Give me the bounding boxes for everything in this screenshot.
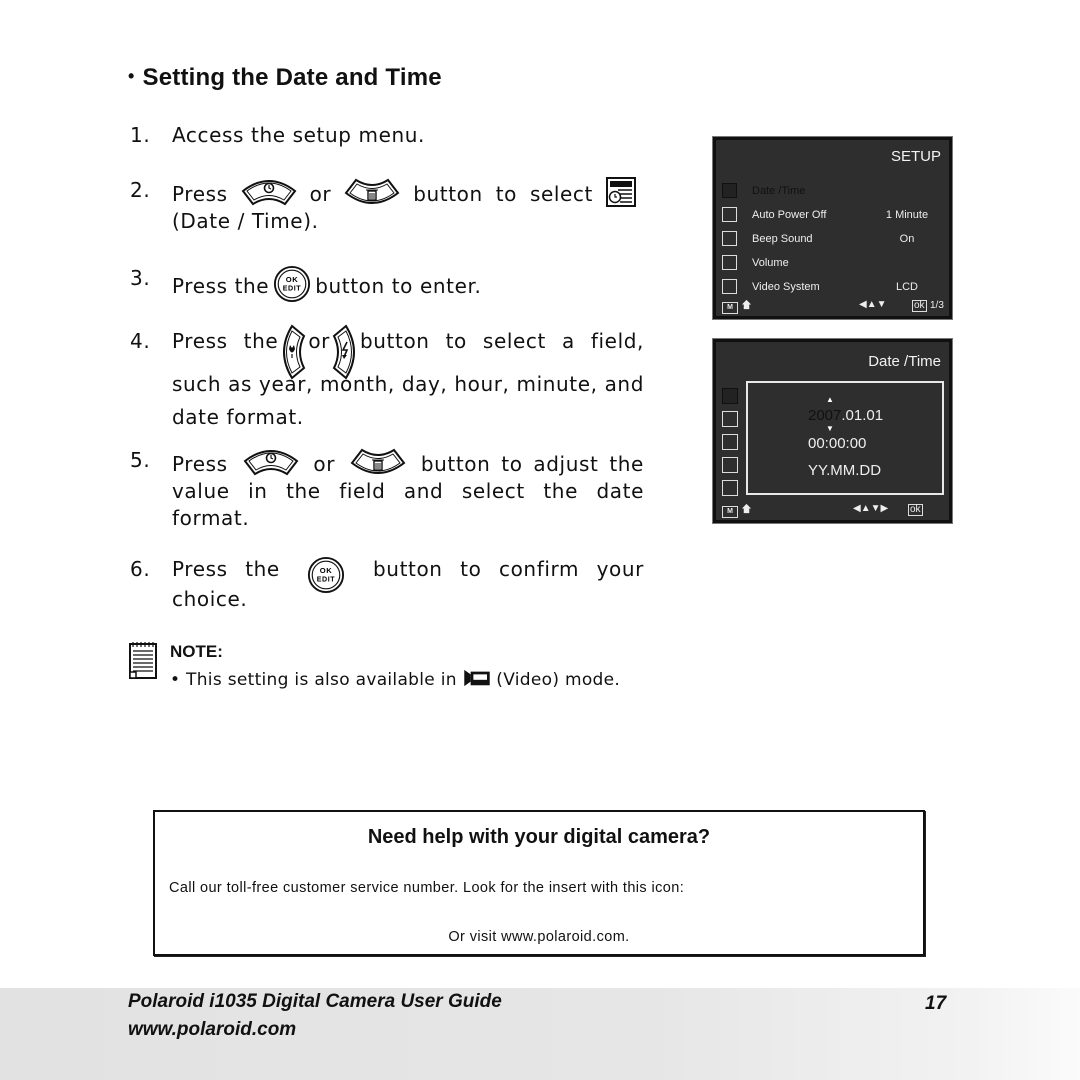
- help-heading: Need help with your digital camera?: [367, 826, 711, 848]
- ok-edit-button-icon: [307, 556, 345, 594]
- step-2: 2. Press or button to select (Date / Tim…: [130, 177, 644, 235]
- step-text: Access the setup menu.: [172, 123, 425, 147]
- up-button-icon: [243, 447, 299, 477]
- menu-item-label: Auto Power Off: [752, 209, 827, 221]
- setup-footer: M ◀▲▼ ok 1/3: [722, 299, 944, 314]
- volume-bars-icon: [722, 457, 738, 473]
- step-number: 1.: [130, 123, 151, 147]
- menu-item-label: Beep Sound: [752, 233, 813, 245]
- step-text-post: button to enter.: [315, 274, 482, 298]
- step-number: 2.: [130, 178, 151, 202]
- down-button-icon: [344, 177, 400, 207]
- step-number: 5.: [130, 448, 151, 472]
- note-text-pre: This setting is also available in: [186, 670, 457, 690]
- page-indicator: 1/3: [930, 300, 944, 311]
- step-text-pre: Press the: [172, 329, 279, 353]
- page-number: 17: [925, 993, 947, 1014]
- menu-item-date-time[interactable]: Date /Time: [722, 182, 946, 202]
- title-text: Setting the Date and Time: [142, 64, 442, 91]
- down-button-icon: [350, 447, 406, 477]
- step-text-pre: Press: [172, 182, 228, 206]
- date-time-icon: [722, 183, 737, 198]
- help-line-2: Or visit www.polaroid.com.: [448, 929, 630, 945]
- nav-arrows-icon: ◀▲▼▶: [853, 503, 889, 514]
- ok-key-icon: ok: [908, 504, 923, 516]
- section-title: • Setting the Date and Time: [128, 64, 442, 92]
- help-line-1: Call our toll-free customer service numb…: [169, 880, 685, 896]
- note-bullet: •: [170, 670, 181, 690]
- menu-key-icon: M: [722, 302, 738, 314]
- tv-icon: [722, 480, 738, 496]
- step-number: 4.: [130, 329, 151, 353]
- ok-key-icon: ok: [912, 300, 927, 312]
- video-mode-icon: [463, 668, 491, 688]
- date-time-screen: Date /Time ▲ 2007.01.01 ▼ 00:00:00 YY.MM…: [713, 339, 952, 523]
- date-time-editor: ▲ 2007.01.01 ▼ 00:00:00 YY.MM.DD: [746, 381, 944, 495]
- menu-item-label: Volume: [752, 257, 789, 269]
- power-icon: [722, 207, 737, 222]
- step-or: or: [313, 452, 336, 476]
- step-number: 3.: [130, 266, 151, 290]
- step-text-tail: (Date / Time).: [172, 209, 319, 233]
- tv-icon: [722, 279, 737, 294]
- step-4: 4. Press the or button to select a field, …: [130, 325, 644, 434]
- page-footer: Polaroid i1035 Digital Camera User Guide…: [0, 988, 1080, 1080]
- decrement-arrow-icon[interactable]: ▼: [826, 424, 834, 433]
- menu-item-label: Date /Time: [752, 185, 806, 197]
- increment-arrow-icon[interactable]: ▲: [826, 395, 834, 404]
- menu-item-value: LCD: [895, 281, 918, 293]
- time-field[interactable]: 00:00:00: [808, 435, 866, 452]
- title-bullet: •: [128, 66, 135, 86]
- ok-edit-button-icon: [273, 265, 311, 303]
- date-time-footer: M ◀▲▼▶ ok: [722, 503, 943, 518]
- speaker-icon: [722, 231, 737, 246]
- step-5: 5. Press or button to adjust the value i…: [130, 447, 644, 532]
- step-or: or: [309, 182, 332, 206]
- volume-bars-icon: [722, 255, 737, 270]
- month-day-field[interactable]: .01.01: [841, 407, 883, 424]
- step-1: 1. Access the setup menu.: [130, 122, 644, 149]
- menu-item-label: Video System: [752, 281, 820, 293]
- footer-url[interactable]: www.polaroid.com: [128, 1019, 296, 1041]
- menu-item-beep-sound[interactable]: Beep Sound On: [722, 230, 946, 250]
- step-text-post: button to select: [413, 182, 593, 206]
- note-title: NOTE:: [170, 642, 223, 661]
- up-button-icon: [241, 177, 297, 207]
- menu-item-value: 1 Minute: [885, 209, 929, 221]
- menu-item-value: On: [899, 233, 915, 245]
- step-text-pre: Press the: [172, 274, 270, 298]
- power-icon: [722, 411, 738, 427]
- speaker-icon: [722, 434, 738, 450]
- step-number: 6.: [130, 557, 151, 581]
- menu-key-icon: M: [722, 506, 738, 518]
- date-time-icon: [606, 177, 636, 207]
- notepad-icon: [128, 640, 158, 680]
- year-field[interactable]: 2007: [808, 407, 841, 424]
- date-time-header: Date /Time: [868, 353, 941, 370]
- step-6: 6. Press the button to confirm your choi…: [130, 556, 644, 613]
- side-icon-column: [722, 388, 738, 496]
- menu-item-auto-power-off[interactable]: Auto Power Off 1 Minute: [722, 206, 946, 226]
- step-text-pre: Press: [172, 452, 228, 476]
- step-3: 3. Press the button to enter.: [130, 265, 644, 303]
- home-icon: [741, 299, 752, 310]
- note-text-post: (Video) mode.: [496, 670, 621, 690]
- guide-title: Polaroid i1035 Digital Camera User Guide: [128, 991, 502, 1012]
- setup-menu-screen: SETUP Date /Time Auto Power Off 1 Minute…: [713, 137, 952, 319]
- date-format-field[interactable]: YY.MM.DD: [808, 462, 881, 479]
- date-time-icon: [722, 388, 738, 404]
- menu-item-video-system[interactable]: Video System LCD: [722, 278, 946, 298]
- step-text-pre: Press the: [172, 557, 280, 581]
- help-box: Need help with your digital camera? Call…: [153, 810, 925, 956]
- note-text: • This setting is also available in (Vid…: [170, 668, 620, 690]
- menu-item-volume[interactable]: Volume: [722, 254, 946, 274]
- step-or: or: [308, 329, 330, 353]
- nav-arrows-icon: ◀▲▼: [859, 299, 887, 310]
- home-icon: [741, 503, 752, 514]
- setup-header: SETUP: [890, 148, 941, 165]
- date-field[interactable]: 2007.01.01: [808, 407, 883, 424]
